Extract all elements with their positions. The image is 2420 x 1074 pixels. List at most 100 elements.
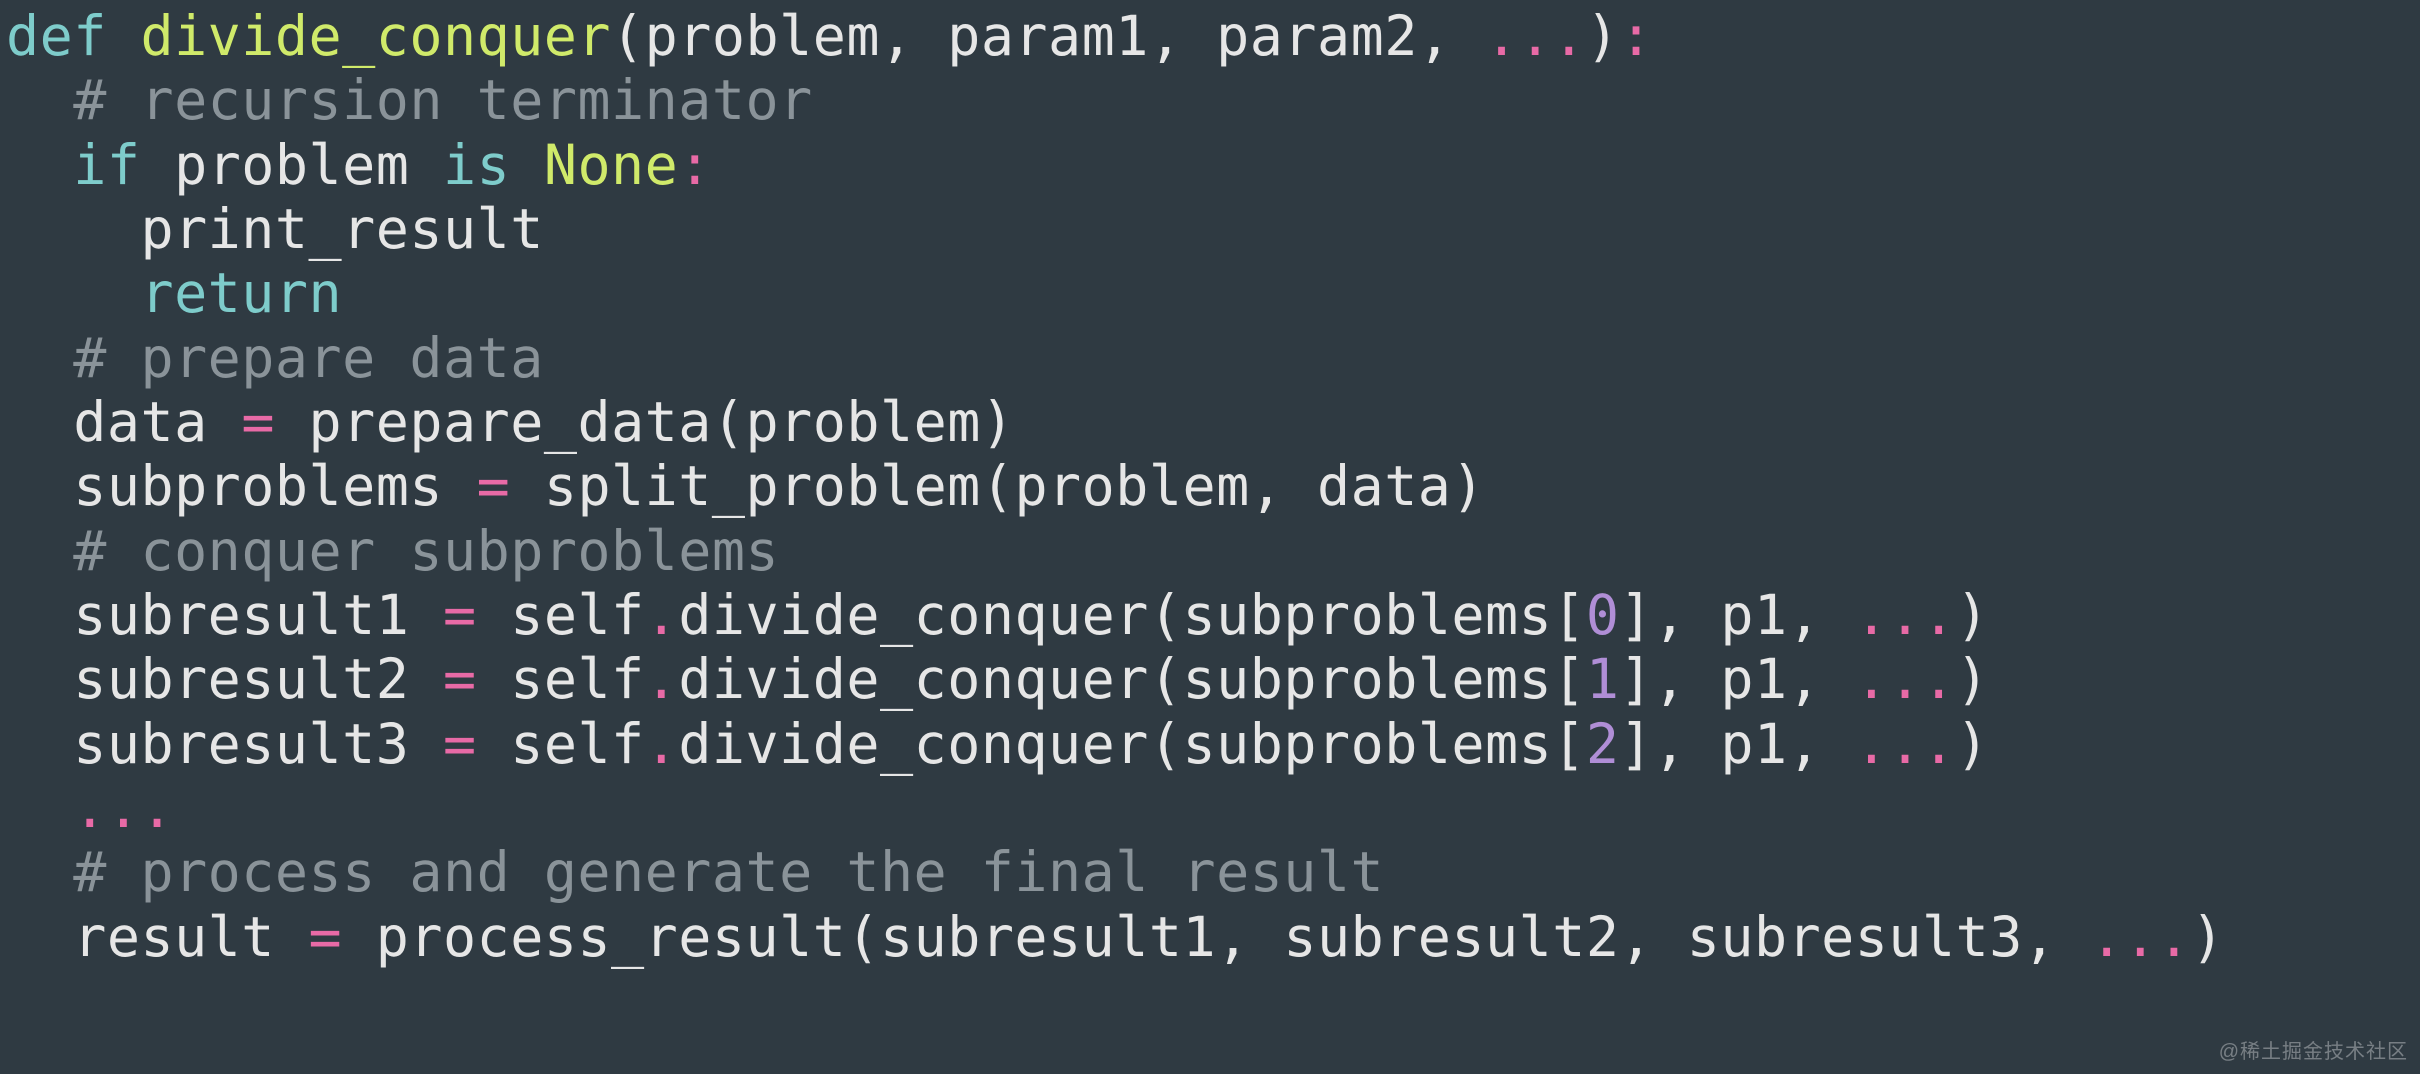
code-token: ...	[1485, 4, 1586, 68]
code-token: subresult3	[1687, 905, 2023, 969]
code-token: [	[1552, 712, 1586, 776]
code-token: ]	[1620, 583, 1654, 647]
code-token: param1	[947, 4, 1149, 68]
code-token: divide_conquer	[678, 712, 1149, 776]
code-token: :	[1620, 4, 1654, 68]
code-token: # prepare data	[73, 326, 544, 390]
code-token: (	[1149, 712, 1183, 776]
code-token: ...	[73, 776, 174, 840]
code-token: subresult1	[880, 905, 1216, 969]
code-token: ,	[1788, 647, 1855, 711]
code-token: is	[443, 133, 544, 197]
code-line: subresult3 = self.divide_conquer(subprob…	[6, 712, 1989, 776]
code-token: )	[1956, 712, 1990, 776]
code-token: subproblems	[73, 454, 476, 518]
code-token: p1	[1720, 712, 1787, 776]
code-token: data	[73, 390, 241, 454]
code-token: subproblems	[1183, 647, 1553, 711]
code-line: subresult1 = self.divide_conquer(subprob…	[6, 583, 1989, 647]
code-token: subresult3	[73, 712, 443, 776]
code-line: if problem is None:	[6, 133, 712, 197]
code-token: divide_conquer	[140, 4, 611, 68]
code-token: problem	[746, 390, 981, 454]
code-token: result	[73, 905, 308, 969]
code-token: split_problem	[510, 454, 981, 518]
code-token: param2	[1216, 4, 1418, 68]
watermark-text: @稀土掘金技术社区	[2219, 1035, 2408, 1064]
code-token: self	[477, 712, 645, 776]
code-token: [	[1552, 647, 1586, 711]
code-token: ,	[1653, 583, 1720, 647]
code-token: =	[241, 390, 275, 454]
code-token: # conquer subproblems	[73, 519, 779, 583]
code-token: (	[846, 905, 880, 969]
code-token: .	[645, 583, 679, 647]
code-token: ,	[1216, 905, 1283, 969]
code-token: 2	[1586, 712, 1620, 776]
code-token: (	[1149, 583, 1183, 647]
code-token: None	[544, 133, 678, 197]
code-token: =	[443, 712, 477, 776]
code-line: # recursion terminator	[6, 68, 813, 132]
code-token: if	[73, 133, 174, 197]
code-token: )	[1586, 4, 1620, 68]
code-token: 0	[1586, 583, 1620, 647]
code-token: =	[309, 905, 343, 969]
code-token: .	[645, 712, 679, 776]
code-line: # conquer subproblems	[6, 519, 779, 583]
code-token: # process and generate the final result	[73, 840, 1384, 904]
code-token: (	[1149, 647, 1183, 711]
code-line: return	[6, 261, 342, 325]
code-token: )	[2191, 905, 2225, 969]
code-token: problem	[1014, 454, 1249, 518]
code-line: subresult2 = self.divide_conquer(subprob…	[6, 647, 1989, 711]
code-token: ,	[2023, 905, 2090, 969]
code-token: (	[611, 4, 645, 68]
code-token: problem	[645, 4, 880, 68]
code-token: :	[678, 133, 712, 197]
code-token: subresult1	[73, 583, 443, 647]
code-token: ]	[1620, 647, 1654, 711]
code-line: print_result	[6, 197, 544, 261]
code-block: def divide_conquer(problem, param1, para…	[0, 0, 2420, 969]
code-token: # recursion terminator	[73, 68, 812, 132]
code-token: subresult2	[1283, 905, 1619, 969]
code-token: ,	[1788, 583, 1855, 647]
code-token: divide_conquer	[678, 647, 1149, 711]
code-line: subproblems = split_problem(problem, dat…	[6, 454, 1485, 518]
code-token: divide_conquer	[678, 583, 1149, 647]
code-token: ,	[1788, 712, 1855, 776]
code-token: self	[477, 647, 645, 711]
code-token: 1	[1586, 647, 1620, 711]
code-token: ,	[1653, 647, 1720, 711]
code-token: data	[1317, 454, 1451, 518]
code-line: ...	[6, 776, 174, 840]
code-token: .	[645, 647, 679, 711]
code-token: ]	[1620, 712, 1654, 776]
code-token: =	[477, 454, 511, 518]
code-token: ,	[1620, 905, 1687, 969]
code-line: data = prepare_data(problem)	[6, 390, 1014, 454]
code-token: subproblems	[1183, 712, 1553, 776]
code-token: subproblems	[1183, 583, 1553, 647]
code-token: ,	[1250, 454, 1317, 518]
code-token: =	[443, 647, 477, 711]
code-token: subresult2	[73, 647, 443, 711]
code-token: ...	[1855, 647, 1956, 711]
code-token: [	[1552, 583, 1586, 647]
code-token: ...	[1855, 583, 1956, 647]
code-token: )	[1451, 454, 1485, 518]
code-token: prepare_data	[275, 390, 712, 454]
code-token: print_result	[140, 197, 543, 261]
code-token: =	[443, 583, 477, 647]
code-token: )	[1956, 647, 1990, 711]
code-line: # prepare data	[6, 326, 544, 390]
code-token: return	[140, 261, 342, 325]
code-token: ...	[2090, 905, 2191, 969]
code-token: ,	[1418, 4, 1485, 68]
code-token: p1	[1720, 647, 1787, 711]
code-token: )	[1956, 583, 1990, 647]
code-token: def	[6, 4, 140, 68]
code-token: ,	[1149, 4, 1216, 68]
code-token: (	[981, 454, 1015, 518]
